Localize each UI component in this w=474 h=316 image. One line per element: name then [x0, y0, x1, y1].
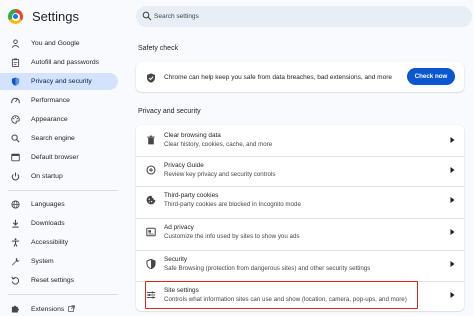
privacy-row-security[interactable]: Security Safe Browsing (protection from …: [136, 250, 464, 276]
sliders-icon: [146, 291, 156, 299]
sidebar-item-label: Performance: [31, 97, 70, 104]
row-description: Safe Browsing (protection from dangerous…: [164, 265, 371, 272]
chevron-right-icon: [450, 229, 455, 235]
ad-privacy-icon: [146, 227, 156, 237]
sidebar-item-label: Appearance: [31, 116, 68, 123]
row-description: Review key privacy and security controls: [164, 171, 276, 178]
sidebar-item-label: Downloads: [31, 220, 65, 227]
clipboard-icon: [11, 58, 20, 67]
chevron-right-icon: [450, 167, 455, 173]
palette-icon: [11, 115, 20, 124]
extensions-label: Extensions: [31, 306, 65, 313]
sidebar-item-label: System: [31, 258, 54, 265]
sidebar-item-label: You and Google: [31, 40, 80, 47]
row-title: Site settings: [164, 287, 199, 294]
accessibility-icon: [11, 238, 20, 247]
chrome-logo-icon: [8, 9, 23, 24]
row-title: Security: [164, 256, 188, 263]
search-icon: [11, 134, 20, 143]
chevron-right-icon: [450, 292, 455, 298]
safety-check-row: Chrome can help keep you safe from data …: [136, 62, 464, 92]
sidebar-item-on-startup[interactable]: On startup: [0, 168, 118, 185]
sidebar-item-label: Reset settings: [31, 277, 75, 284]
globe-icon: [11, 200, 20, 209]
check-now-button[interactable]: Check now: [407, 68, 455, 85]
row-description: Controls what information sites can use …: [164, 296, 407, 303]
privacy-section-heading: Privacy and security: [138, 108, 201, 115]
sidebar-item-label: Default browser: [31, 154, 79, 161]
compass-icon: [146, 165, 156, 175]
search-icon: [142, 11, 152, 21]
row-description: Clear history, cookies, cache, and more: [164, 141, 273, 148]
sidebar-item-label: Languages: [31, 201, 65, 208]
search-input[interactable]: [154, 9, 454, 24]
sidebar-item-label: Search engine: [31, 135, 75, 142]
safety-check-description: Chrome can help keep you safe from data …: [164, 74, 392, 81]
external-link-icon: [68, 305, 76, 312]
speedometer-icon: [11, 97, 20, 104]
chevron-right-icon: [450, 261, 455, 267]
shield-icon: [11, 77, 20, 86]
sidebar-item-label: Accessibility: [31, 239, 69, 246]
page-title: Settings: [32, 9, 79, 24]
privacy-row-third-party-cookies[interactable]: Third-party cookies Third-party cookies …: [136, 186, 464, 212]
safety-check-card: Chrome can help keep you safe from data …: [136, 62, 464, 92]
privacy-row-ad-privacy[interactable]: Ad privacy Customize the info used by si…: [136, 218, 464, 244]
privacy-card: Clear browsing data Clear history, cooki…: [136, 125, 464, 311]
sidebar-item-system[interactable]: System: [0, 253, 118, 270]
sidebar-item-extensions[interactable]: Extensions: [0, 300, 118, 316]
sidebar-item-search-engine[interactable]: Search engine: [0, 130, 118, 147]
download-icon: [12, 219, 19, 228]
search-bar[interactable]: [136, 6, 472, 27]
trash-icon: [147, 135, 155, 145]
sidebar-item-appearance[interactable]: Appearance: [0, 111, 118, 128]
sidebar-item-accessibility[interactable]: Accessibility: [0, 234, 118, 251]
shield-check-icon: [147, 73, 155, 83]
row-description: Customize the info used by sites to show…: [164, 233, 300, 240]
chevron-right-icon: [450, 137, 455, 143]
privacy-row-privacy-guide[interactable]: Privacy Guide Review key privacy and sec…: [136, 156, 464, 182]
sidebar-item-downloads[interactable]: Downloads: [0, 215, 118, 232]
cookie-icon: [146, 195, 156, 205]
sidebar-item-privacy-and-security[interactable]: Privacy and security: [0, 73, 118, 90]
sidebar-item-languages[interactable]: Languages: [0, 196, 118, 213]
puzzle-icon: [11, 305, 19, 313]
sidebar-divider: [8, 294, 118, 295]
chevron-right-icon: [450, 197, 455, 203]
sidebar-item-default-browser[interactable]: Default browser: [0, 149, 118, 166]
row-title: Privacy Guide: [164, 162, 204, 169]
sidebar-item-label: On startup: [31, 173, 63, 180]
sidebar-divider: [8, 190, 118, 191]
reset-icon: [11, 276, 20, 285]
safety-check-heading: Safety check: [138, 45, 179, 52]
privacy-row-clear-browsing-data[interactable]: Clear browsing data Clear history, cooki…: [136, 127, 464, 153]
sidebar-item-reset-settings[interactable]: Reset settings: [0, 272, 118, 289]
sidebar-item-performance[interactable]: Performance: [0, 92, 118, 109]
row-title: Third-party cookies: [164, 192, 219, 199]
browser-icon: [11, 153, 20, 162]
power-icon: [11, 172, 20, 181]
row-title: Clear browsing data: [164, 132, 221, 139]
sidebar-item-label: Privacy and security: [31, 78, 92, 85]
privacy-row-site-settings[interactable]: Site settings Controls what information …: [136, 281, 464, 307]
sidebar-item-autofill[interactable]: Autofill and passwords: [0, 54, 118, 71]
row-title: Ad privacy: [164, 224, 194, 231]
row-description: Third-party cookies are blocked in Incog…: [164, 201, 301, 208]
sidebar-item-label: Autofill and passwords: [31, 59, 100, 66]
sidebar-item-you-and-google[interactable]: You and Google: [0, 35, 118, 52]
sidebar-item-label: Extensions: [31, 305, 76, 313]
person-icon: [11, 39, 20, 48]
wrench-icon: [11, 257, 20, 266]
shield-icon: [146, 259, 156, 269]
